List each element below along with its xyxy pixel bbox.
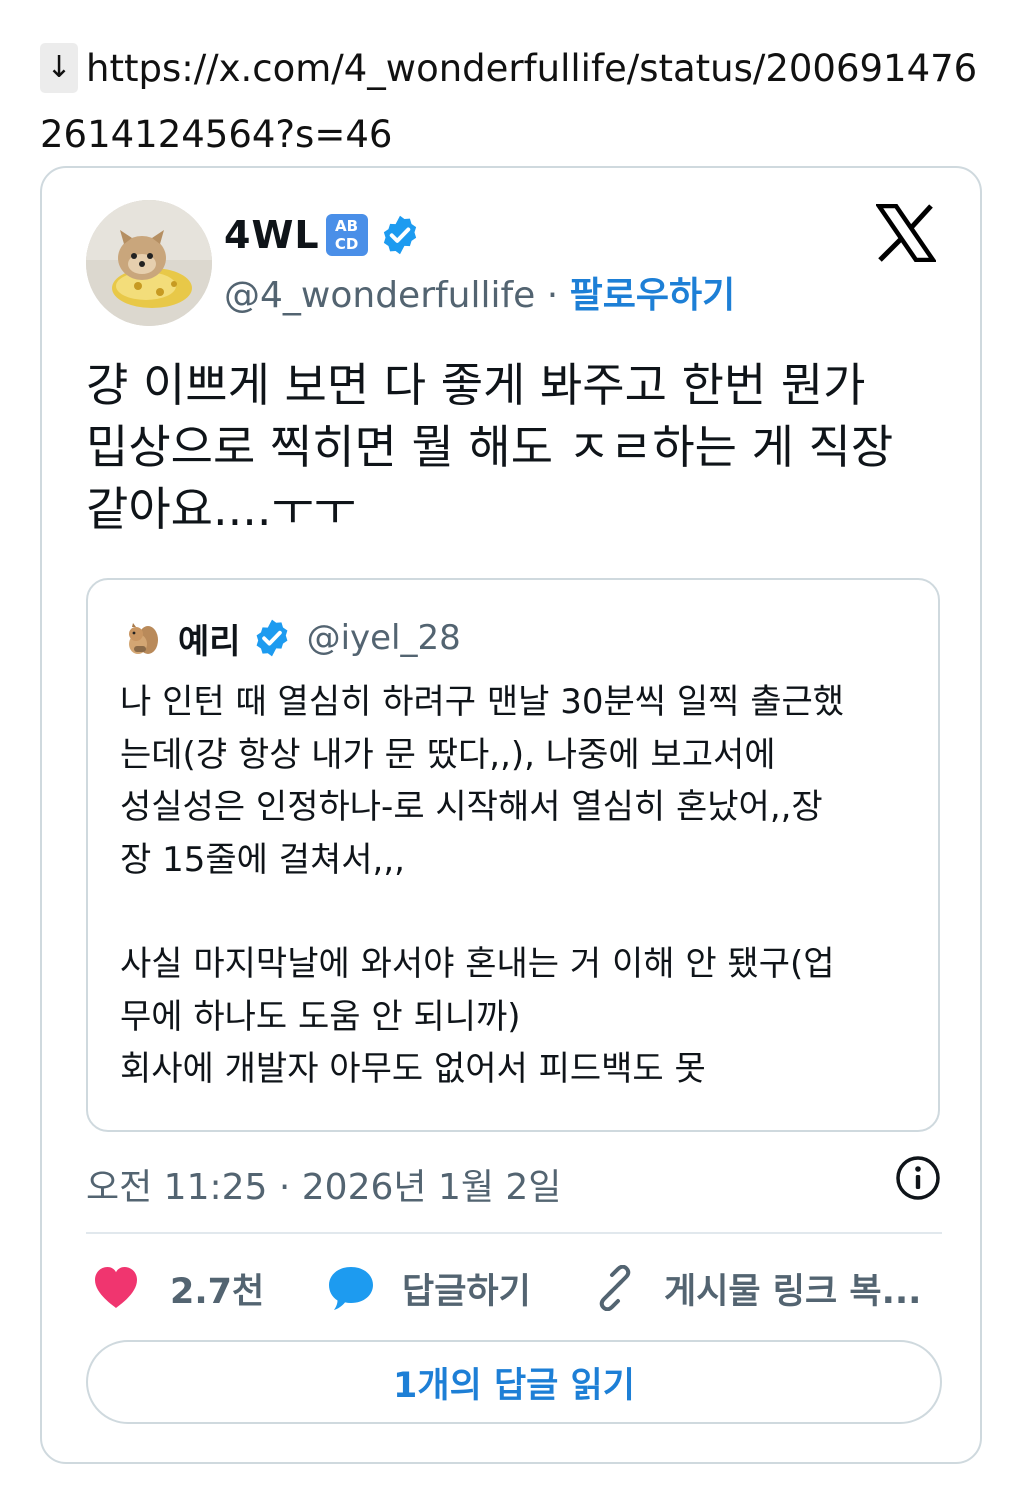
shared-url[interactable]: ↓ https://x.com/4_wonderfullife/status/20… (40, 36, 990, 168)
tweet-meta-row: 오전 11:25 · 2026년 1월 2일 (86, 1154, 942, 1208)
tweet-timestamp[interactable]: 오전 11:25 · 2026년 1월 2일 (86, 1158, 561, 1210)
info-icon[interactable] (894, 1154, 942, 1202)
author-display-name[interactable]: 4WL (224, 213, 320, 257)
x-logo-icon[interactable] (876, 204, 936, 262)
tweet-text: 걍 이쁘게 보면 다 좋게 봐주고 한번 뭔가 밉상으로 찍히면 뭘 해도 ㅈㄹ… (86, 354, 956, 540)
quoted-display-name[interactable]: 예리 (178, 614, 241, 663)
squirrel-avatar-image (120, 616, 164, 660)
author-name-row[interactable]: 4WL AB CD (224, 210, 422, 260)
quoted-handle[interactable]: @iyel_28 (307, 618, 461, 658)
handle-separator: · (546, 275, 559, 316)
quoted-tweet-text: 나 인턴 때 열심히 하려구 맨날 30분씩 일찍 출근했 는데(걍 항상 내가… (120, 676, 920, 1096)
download-arrow-icon: ↓ (40, 43, 78, 93)
quoted-tweet[interactable]: 예리 @iyel_28 나 인턴 때 열심히 하려구 맨날 30분씩 일찍 출근… (86, 578, 940, 1132)
tweet-text-line: 걍 이쁘게 보면 다 좋게 봐주고 한번 뭔가 (86, 358, 866, 412)
like-button[interactable]: 2.7천 (92, 1260, 264, 1316)
avatar[interactable] (86, 200, 212, 326)
abcd-emoji-bottom: CD (334, 235, 359, 253)
quoted-text-line: 회사에 개발자 아무도 없어서 피드백도 못 (120, 1049, 706, 1089)
follow-button[interactable]: 팔로우하기 (570, 275, 736, 316)
speech-bubble-icon (329, 1267, 373, 1310)
divider (86, 1232, 942, 1234)
url-text[interactable]: https://x.com/4_wonderfullife/status/200… (40, 47, 977, 156)
quoted-text-line: 는데(걍 항상 내가 문 땄다,,), 나중에 보고서에 (120, 734, 776, 775)
copy-link-label: 게시물 링크 복... (664, 1271, 922, 1312)
reply-button[interactable]: 답글하기 (326, 1260, 531, 1316)
verified-badge-icon (383, 215, 416, 255)
reply-label: 답글하기 (402, 1271, 531, 1312)
tweet-text-line: 같아요....ㅜㅜ (86, 482, 357, 536)
like-count: 2.7천 (170, 1271, 265, 1312)
quoted-author-row[interactable]: 예리 @iyel_28 (120, 614, 461, 663)
read-replies-button[interactable]: 1개의 답글 읽기 (86, 1340, 942, 1424)
heart-icon (95, 1267, 137, 1308)
link-icon (599, 1265, 631, 1311)
tweet-actions: 2.7천 답글하기 게시물 링크 복... (86, 1260, 942, 1316)
dog-avatar-image (86, 200, 212, 326)
quoted-text-line: 사실 마지막날에 와서야 혼내는 거 이해 안 됐구(업 (120, 944, 835, 984)
abcd-emoji-top: AB (335, 217, 359, 235)
author-handle-row: @4_wonderfullife · 팔로우하기 (224, 266, 735, 318)
quoted-text-line: 나 인턴 때 열심히 하려구 맨날 30분씩 일찍 출근했 (120, 682, 845, 722)
verified-badge-icon (256, 619, 287, 657)
quoted-text-line: 장 15줄에 걸쳐서,,, (120, 839, 405, 880)
tweet-card[interactable]: 4WL AB CD @4_wonderfullife · 팔로우하기 걍 이쁘게… (40, 166, 982, 1464)
copy-link-button[interactable]: 게시물 링크 복... (592, 1260, 921, 1316)
quoted-text-line: 무에 하나도 도움 안 되니까) (120, 996, 521, 1037)
quoted-text-line: 성실성은 인정하나-로 시작해서 열심히 혼났어,,장 (120, 787, 823, 827)
abcd-emoji-icon: AB CD (325, 214, 368, 256)
tweet-text-line: 밉상으로 찍히면 뭘 해도 ㅈㄹ하는 게 직장 (86, 420, 894, 474)
quoted-avatar[interactable] (120, 616, 164, 660)
author-handle[interactable]: @4_wonderfullife (224, 275, 535, 316)
